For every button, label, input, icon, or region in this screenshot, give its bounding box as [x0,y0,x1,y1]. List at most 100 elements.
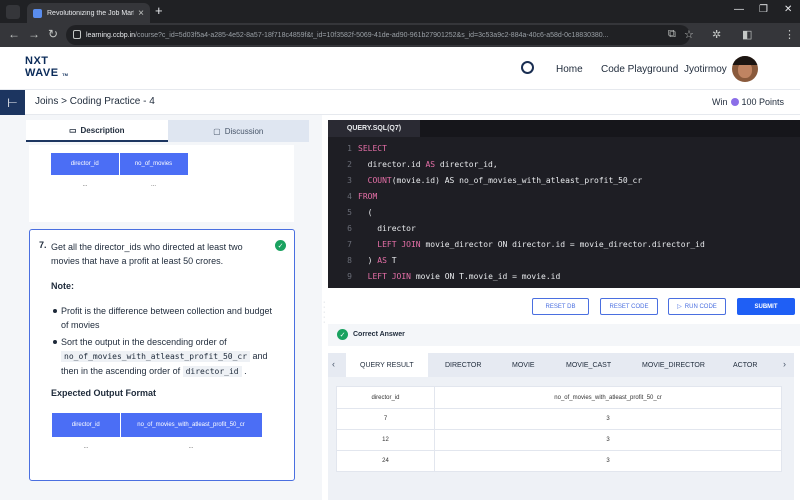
result-status-bar: ✓ Correct Answer [328,324,800,346]
editor-file-tab[interactable]: QUERY.SQL(Q7) [328,120,420,137]
run-code-button[interactable]: ▷ RUN CODE [668,298,726,315]
line-number: 8 [347,256,352,265]
nav-home[interactable]: Home [556,64,583,75]
code-text: WHERE [358,285,382,288]
table-header: no_of_movies_with_atleast_profit_50_cr [434,386,782,409]
table-cell: 3 [434,450,782,472]
table-header: no_of_movies_with_atleast_profit_50_cr [120,413,263,437]
previous-output-table: director_id no_of_movies ... ... [51,153,189,195]
url-host: learning.ccbp.in [86,31,136,39]
code-text: director.id AS director_id, [358,160,498,169]
tab-query-result[interactable]: QUERY RESULT [346,353,428,377]
table-header: no_of_movies [119,153,189,175]
expected-output-heading: Expected Output Format [51,388,157,398]
user-name[interactable]: Jyotirmoy [684,64,727,75]
table-cell: 12 [336,429,435,451]
line-number: 4 [347,192,352,201]
question-card: 7. Get all the director_ids who directed… [29,229,295,481]
code-line[interactable]: 3 COUNT(movie.id) AS no_of_movies_with_a… [328,173,800,189]
table-cell: ... [120,437,262,457]
table-cell: ... [51,175,119,195]
solved-check-icon: ✓ [275,240,286,251]
line-number: 7 [347,240,352,249]
tab-actor[interactable]: ACTOR [733,353,757,377]
editor-tab-strip [420,120,800,137]
code-line[interactable]: 5 ( [328,205,800,221]
extensions-icon[interactable]: ✲ [712,28,721,41]
code-text: ( [358,208,373,217]
browser-tab-bar: Revolutionizing the Job Market × + — ❐ ✕ [0,0,800,23]
code-text: LEFT JOIN movie ON T.movie_id = movie.id [367,272,561,281]
reset-code-button[interactable]: RESET CODE [600,298,658,315]
description-panel: ▭ Description ▢ Discussion director_id n… [0,115,322,500]
points-value: 100 Points [741,97,785,107]
reset-db-button[interactable]: RESET DB [532,298,589,315]
table-cell: 3 [434,408,782,430]
logo-suffix: TM [62,72,68,77]
close-window-icon[interactable]: ✕ [784,4,792,15]
logo-top: NXT [25,55,49,67]
tab-discussion[interactable]: ▢ Discussion [167,120,309,142]
note-bullet: Sort the output in the descending order … [53,335,276,379]
sidepanel-icon[interactable]: ◧ [742,28,752,41]
code-text: director [358,224,416,233]
forward-icon[interactable]: → [28,27,40,41]
table-cell: ... [52,437,120,457]
chevron-right-icon[interactable]: › [783,359,786,369]
back-icon[interactable]: ← [8,27,20,41]
note-heading: Note: [51,281,74,291]
nav-code-playground[interactable]: Code Playground [601,64,678,75]
code-line[interactable]: 10 WHERE [328,285,800,288]
maximize-icon[interactable]: ❐ [759,4,768,15]
menu-kebab-icon[interactable]: ⋮ [784,28,795,41]
points-badge: Win 100 Points [712,97,784,107]
win-label: Win [712,97,728,107]
previous-question-card: director_id no_of_movies ... ... [29,145,294,222]
question-number: 7. [39,240,47,250]
chevron-left-icon[interactable]: ‹ [332,359,335,369]
tab-director[interactable]: DIRECTOR [445,353,481,377]
code-line[interactable]: 7 LEFT JOIN movie_director ON director.i… [328,237,800,253]
code-line[interactable]: 2 director.id AS director_id, [328,157,800,173]
tab-description[interactable]: ▭ Description [26,120,168,142]
document-icon: ▭ [68,125,77,135]
tab-movie-cast[interactable]: MOVIE_CAST [566,353,611,377]
minimize-icon[interactable]: — [734,4,744,15]
reload-icon[interactable]: ↻ [48,27,58,41]
breadcrumb-bar: ⊢ Joins > Coding Practice - 4 Win 100 Po… [0,90,800,115]
table-cell: 7 [336,408,435,430]
tab-movie[interactable]: MOVIE [512,353,535,377]
table-row: 12 3 [336,429,782,451]
code-line[interactable]: 1 SELECT [328,141,800,157]
code-line[interactable]: 6 director [328,221,800,237]
results-panel: ‹ QUERY RESULT DIRECTOR MOVIE MOVIE_CAST… [328,353,794,500]
code-editor[interactable]: QUERY.SQL(Q7) 1 SELECT 2 director.id AS di… [328,120,800,288]
resize-handle-icon[interactable]: · · · · · [323,299,325,326]
code-line[interactable]: 4 FROM [328,189,800,205]
table-cell: 3 [434,429,782,451]
line-number: 9 [347,272,352,281]
nxtwave-logo[interactable]: NXT WAVE TM [25,55,68,81]
tab-search-icon[interactable] [6,5,20,19]
tab-title: Revolutionizing the Job Market [47,9,135,17]
breadcrumb[interactable]: Joins > Coding Practice - 4 [35,96,155,107]
new-tab-icon[interactable]: + [155,3,163,18]
submit-button[interactable]: SUBMIT [737,298,795,315]
code-line[interactable]: 8 ) AS T [328,253,800,269]
lock-icon [73,30,81,39]
line-number: 1 [347,144,352,153]
sidebar-toggle-icon[interactable]: ⊢ [0,90,25,115]
stopwatch-icon[interactable] [521,61,534,74]
url-input[interactable]: learning.ccbp.in/course?c_id=5d03f5a4-a2… [66,25,690,45]
code-line[interactable]: 9 LEFT JOIN movie ON T.movie_id = movie.… [328,269,800,285]
table-header: director_id [51,153,120,175]
cast-icon[interactable]: ⧉ [668,28,676,41]
avatar[interactable] [732,56,758,82]
close-tab-icon[interactable]: × [138,8,144,19]
logo-bottom: WAVE [25,67,59,79]
bookmark-star-icon[interactable]: ☆ [684,28,694,41]
app-header: NXT WAVE TM Home Code Playground Jyotirm… [0,47,800,90]
table-row: 73 [336,408,782,430]
browser-tab[interactable]: Revolutionizing the Job Market × [27,3,150,23]
tab-movie-director[interactable]: MOVIE_DIRECTOR [642,353,705,377]
